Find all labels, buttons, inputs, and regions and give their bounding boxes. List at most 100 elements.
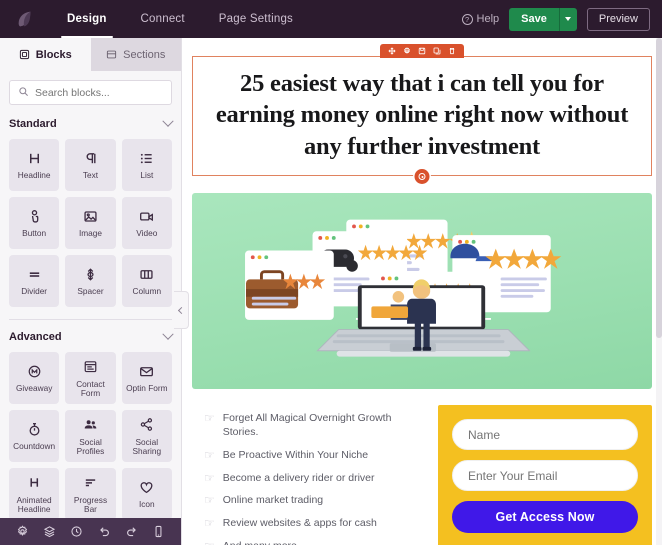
nav-item-page-settings-label: Page Settings [218,13,293,25]
hero-image-block[interactable] [192,193,652,390]
get-access-now-button[interactable]: Get Access Now [452,501,638,534]
seedprod-page-builder: Design Connect Page Settings ? Help Save [0,0,662,545]
block-image[interactable]: Image [65,197,116,249]
block-headline[interactable]: Headline [9,139,60,191]
canvas-scrollbar-track[interactable] [656,38,662,545]
nav-item-design-label: Design [67,13,107,25]
block-button[interactable]: Button [9,197,60,249]
block-optin-form-label: Optin Form [126,383,168,394]
move-drag-icon[interactable] [388,47,396,55]
content-columns: ☞ Forget All Magical Overnight Growth St… [192,405,652,545]
duplicate-icon[interactable] [433,47,441,55]
search-blocks-box[interactable] [9,80,172,105]
nav-item-connect[interactable]: Connect [124,0,202,38]
headline-block-selected[interactable]: 25 easiest way that i can tell you for e… [192,44,652,185]
block-column-label: Column [132,286,162,297]
block-list-label: List [140,170,154,181]
block-divider-label: Divider [21,286,48,297]
redo-icon[interactable] [125,525,138,538]
tab-sections-label: Sections [123,48,166,61]
block-list[interactable]: List [121,139,172,191]
group-header-advanced[interactable]: Advanced [9,328,174,343]
list-item: ☞ And many more ... [204,539,424,545]
sidebar-bottom-toolbar [0,518,181,545]
email-field-wrapper[interactable] [452,460,638,492]
block-column[interactable]: Column [121,255,172,307]
block-progress-bar[interactable]: Progress Bar [65,468,116,518]
image-picture-icon [83,207,98,225]
revision-history-icon[interactable] [70,525,83,538]
gear-settings-icon[interactable] [16,525,29,538]
blocks-sidebar: Blocks Sections Search blocks... Standar… [0,38,189,545]
click-hand-button-icon [27,207,42,225]
trash-delete-icon[interactable] [448,47,456,55]
tab-blocks[interactable]: Blocks [0,38,91,71]
question-circle-icon: ? [461,13,473,25]
tab-blocks-label: Blocks [35,48,72,61]
block-text[interactable]: Text [65,139,116,191]
list-item: ☞ Review websites & apps for cash [204,516,424,530]
name-input[interactable] [468,427,622,442]
headline-block-box[interactable]: 25 easiest way that i can tell you for e… [192,56,652,177]
block-image-label: Image [78,228,103,239]
block-social-sharing[interactable]: Social Sharing [121,410,172,462]
block-toolbar [380,44,464,58]
help-button[interactable]: ? Help [461,13,499,25]
group-header-standard[interactable]: Standard [9,115,174,130]
spacer-arrows-icon [83,265,98,283]
save-label: Save [521,13,547,25]
block-icon-label: Icon [138,499,155,510]
benefits-list: ☞ Forget All Magical Overnight Growth St… [204,411,424,545]
app-logo[interactable] [0,9,50,29]
mobile-device-icon[interactable] [152,525,165,538]
name-field-wrapper[interactable] [452,419,638,451]
pointing-hand-icon: ☞ [204,470,215,485]
share-nodes-icon [139,416,154,434]
preview-button[interactable]: Preview [586,7,650,31]
block-contact-form[interactable]: Contact Form [65,352,116,404]
search-input[interactable] [35,86,163,99]
sidebar-collapse-handle[interactable] [174,291,189,329]
block-spacer[interactable]: Spacer [65,255,116,307]
nav-item-page-settings[interactable]: Page Settings [202,0,310,38]
pointing-hand-icon: ☞ [204,515,215,530]
sections-icon [106,49,117,60]
optin-form-block[interactable]: Get Access Now [438,405,652,545]
sidebar-divider [9,319,172,320]
block-animated-headline[interactable]: Animated Headline [9,468,60,518]
add-block-circle-icon[interactable] [414,169,430,185]
save-button[interactable]: Save [509,7,559,31]
block-giveaway[interactable]: Giveaway [9,352,60,404]
page-canvas: 25 easiest way that i can tell you for e… [182,38,662,545]
canvas-scrollbar-thumb[interactable] [656,38,662,338]
block-optin-form[interactable]: Optin Form [121,352,172,404]
block-video[interactable]: Video [121,197,172,249]
page-headline[interactable]: 25 easiest way that i can tell you for e… [211,68,633,162]
block-icon[interactable]: Icon [121,468,172,518]
layers-icon[interactable] [43,525,56,538]
email-input[interactable] [468,468,622,483]
save-button-group: Save [509,7,577,31]
chevron-left-icon [177,306,185,314]
block-countdown[interactable]: Countdown [9,410,60,462]
tab-sections[interactable]: Sections [90,38,181,71]
bullet-list-block[interactable]: ☞ Forget All Magical Overnight Growth St… [192,405,438,545]
headline-h-icon [27,149,42,167]
save-block-icon[interactable] [418,47,426,55]
nav-item-design[interactable]: Design [50,0,124,38]
giveaway-trophy-icon [27,362,42,380]
list-item: ☞ Online market trading [204,493,424,507]
list-item: ☞ Forget All Magical Overnight Growth St… [204,411,424,439]
save-options-dropdown[interactable] [558,7,577,31]
block-divider[interactable]: Divider [9,255,60,307]
list-item-text: Be Proactive Within Your Niche [222,448,369,461]
list-item-text: Become a delivery rider or driver [222,471,375,484]
block-contact-form-label: Contact Form [76,378,105,398]
undo-icon[interactable] [98,525,111,538]
heart-icon [139,478,154,496]
block-countdown-label: Countdown [13,441,56,452]
list-item-text: And many more ... [223,539,309,545]
block-social-profiles[interactable]: Social Profiles [65,410,116,462]
gear-settings-icon[interactable] [403,47,411,55]
block-progress-bar-label: Progress Bar [73,494,108,514]
